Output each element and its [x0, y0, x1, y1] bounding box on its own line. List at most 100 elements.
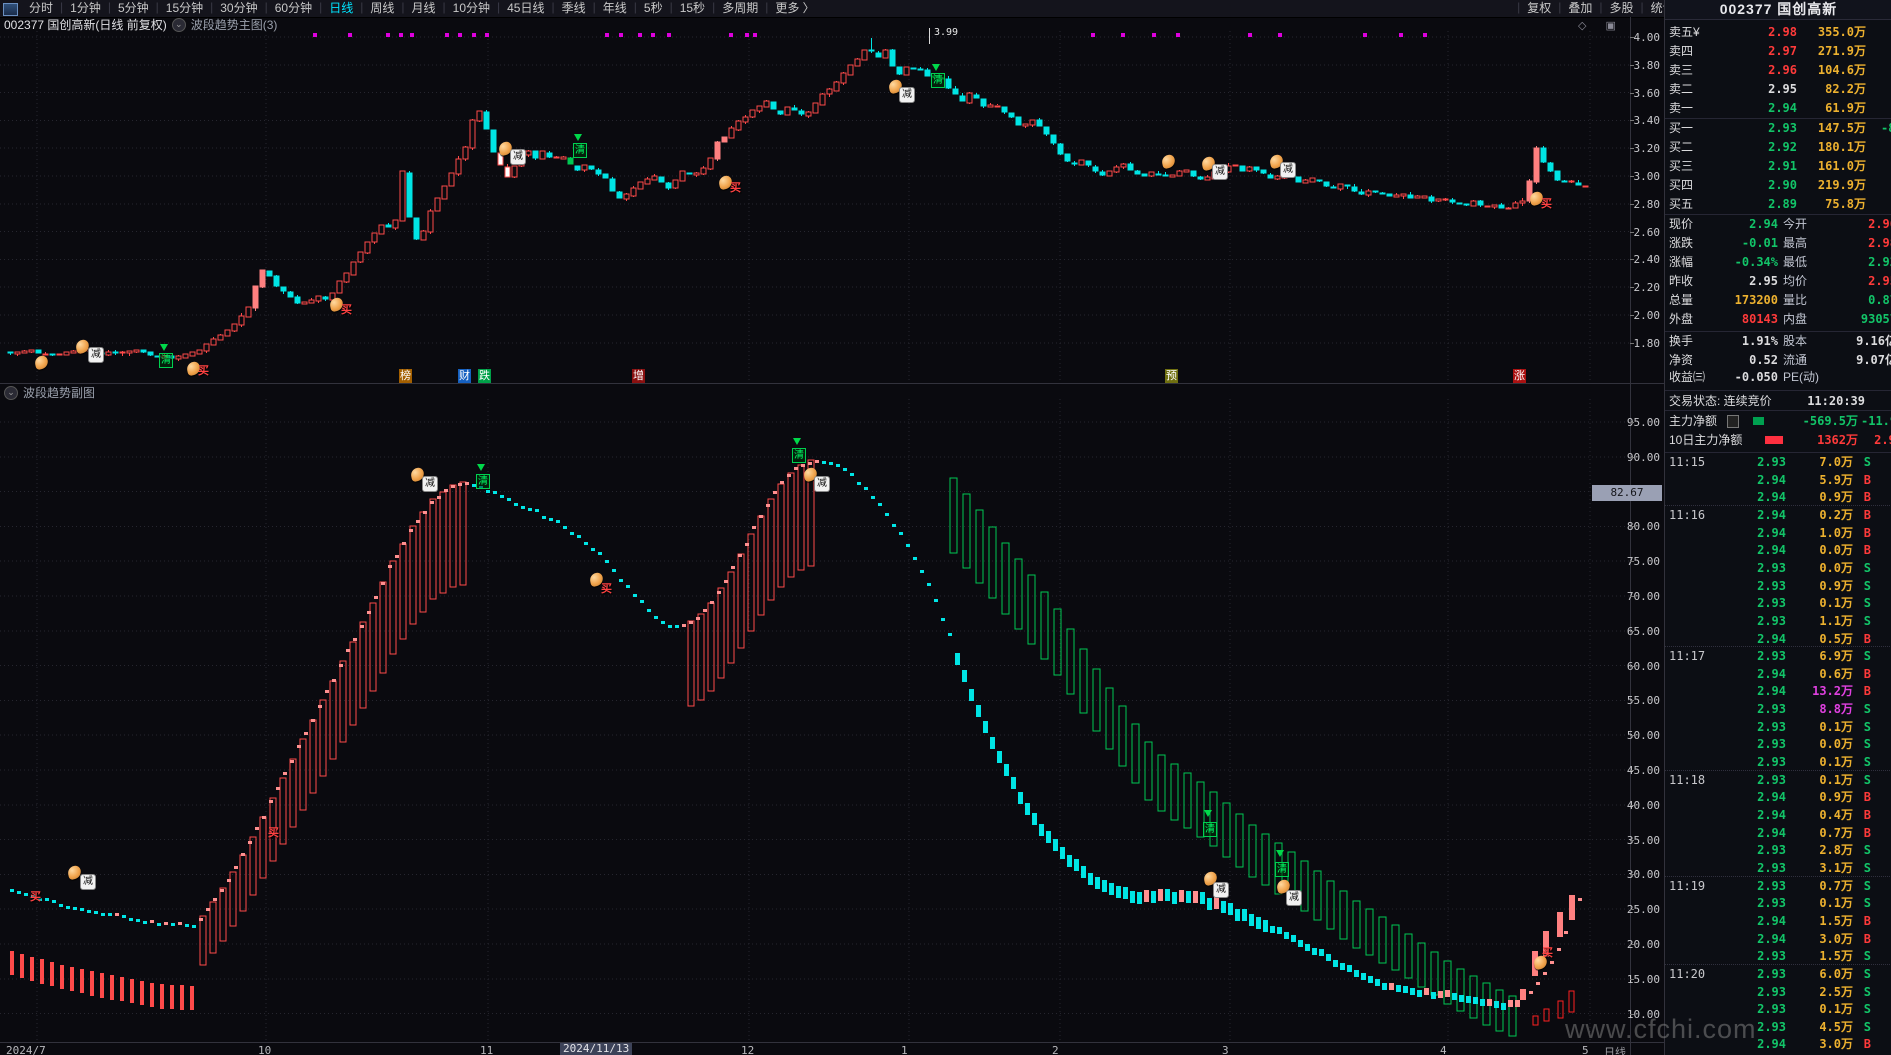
- period-item-7[interactable]: 日线: [322, 0, 360, 17]
- period-item-16[interactable]: 多周期: [715, 0, 765, 17]
- tool-item-2[interactable]: 叠加: [1561, 0, 1599, 17]
- trade-row[interactable]: 2.94 0.0万 B: [1665, 541, 1891, 559]
- trade-row[interactable]: 2.93 0.9万 S: [1665, 577, 1891, 595]
- field-value: 0.9万: [1819, 490, 1853, 505]
- trade-side: B: [1863, 808, 1871, 822]
- field-value: 180.1万: [1817, 140, 1866, 154]
- trade-row[interactable]: 2.94 0.7万 B: [1665, 824, 1891, 842]
- trade-row[interactable]: 2.94 0.4万 B: [1665, 806, 1891, 824]
- stat-row[interactable]: 换手 1.91% 股本 9.16亿: [1665, 332, 1891, 350]
- event-badge-跌[interactable]: 跌: [478, 369, 491, 383]
- trade-row[interactable]: 2.94 5.9万 B: [1665, 471, 1891, 489]
- session-status-row[interactable]: 交易状态: 连续竞价 11:20:39: [1665, 392, 1891, 410]
- magenta-dot: [1423, 33, 1427, 37]
- trade-row[interactable]: 11:20 2.93 6.0万 S: [1665, 965, 1891, 983]
- trade-row[interactable]: 2.94 1.5万 B: [1665, 912, 1891, 930]
- ask-row-5[interactable]: 卖五¥ 2.98 355.0万: [1665, 23, 1891, 41]
- period-item-17[interactable]: 更多 〉: [768, 0, 821, 17]
- trade-row[interactable]: 2.94 3.0万 B: [1665, 930, 1891, 948]
- trade-row[interactable]: 2.94 0.6万 B: [1665, 665, 1891, 683]
- trade-row[interactable]: 11:15 2.93 7.0万 S: [1665, 453, 1891, 471]
- trade-row[interactable]: 2.93 1.5万 S: [1665, 947, 1891, 965]
- field-value: 82.2万: [1825, 82, 1866, 96]
- trade-row[interactable]: 2.94 13.2万 B: [1665, 682, 1891, 700]
- trade-row[interactable]: 2.93 0.1万 S: [1665, 753, 1891, 771]
- bid-row-2[interactable]: 买二 2.92 180.1万: [1665, 138, 1891, 156]
- trade-row[interactable]: 2.94 1.0万 B: [1665, 524, 1891, 542]
- chevron-down-icon[interactable]: ⌄: [171, 17, 186, 32]
- event-badge-榜[interactable]: 榜: [399, 369, 412, 383]
- ask-row-3[interactable]: 卖三 2.96 104.6万: [1665, 61, 1891, 79]
- trade-row[interactable]: 11:18 2.93 0.1万 S: [1665, 771, 1891, 789]
- period-item-5[interactable]: 30分钟: [213, 0, 264, 17]
- trade-side: S: [1863, 755, 1871, 770]
- bid-row-3[interactable]: 买三 2.91 161.0万: [1665, 157, 1891, 175]
- buy-signal-label: 买: [1541, 198, 1552, 210]
- period-item-14[interactable]: 5秒: [637, 0, 670, 17]
- info-row[interactable]: 外盘80143内盘93057: [1665, 310, 1891, 328]
- field-value: 8.8万: [1819, 702, 1853, 717]
- axis-tick: [1630, 287, 1634, 289]
- bid-row-4[interactable]: 买四 2.90 219.9万: [1665, 176, 1891, 194]
- bid-row-1[interactable]: 买一2.93147.5万-8: [1665, 119, 1891, 137]
- trade-row[interactable]: 2.93 0.0万 S: [1665, 559, 1891, 577]
- period-item-1[interactable]: 分时: [22, 0, 60, 17]
- period-item-9[interactable]: 月线: [405, 0, 443, 17]
- ten-day-net-flow-row[interactable]: 10日主力净额 1362万 2.9%: [1665, 431, 1891, 449]
- trade-row[interactable]: 11:17 2.93 6.9万 S: [1665, 647, 1891, 665]
- trade-row[interactable]: 2.93 1.1万 S: [1665, 612, 1891, 630]
- list-icon[interactable]: [1727, 415, 1739, 428]
- trade-row[interactable]: 2.94 0.9万 B: [1665, 488, 1891, 506]
- trade-row[interactable]: 2.94 0.5万 B: [1665, 630, 1891, 648]
- ask-row-1[interactable]: 卖一 2.94 61.9万: [1665, 99, 1891, 117]
- trade-row[interactable]: 2.93 0.1万 S: [1665, 594, 1891, 612]
- main-net-flow-row[interactable]: 主力净额 -569.5万-11.9%: [1665, 412, 1891, 430]
- trade-row[interactable]: 2.93 0.1万 S: [1665, 894, 1891, 912]
- event-badge-预[interactable]: 预: [1165, 369, 1178, 383]
- stat-row[interactable]: 净资 0.52 流通 9.07亿: [1665, 351, 1891, 369]
- event-badge-财[interactable]: 财: [458, 369, 471, 383]
- event-badge-增[interactable]: 增: [632, 369, 645, 383]
- ask-row-4[interactable]: 卖四 2.97 271.9万: [1665, 42, 1891, 60]
- info-row[interactable]: 涨幅-0.34%最低2.92: [1665, 253, 1891, 271]
- trade-row[interactable]: 2.93 3.1万 S: [1665, 859, 1891, 877]
- period-item-4[interactable]: 15分钟: [159, 0, 210, 17]
- period-item-3[interactable]: 5分钟: [111, 0, 156, 17]
- period-item-13[interactable]: 年线: [596, 0, 634, 17]
- trade-row[interactable]: 2.93 2.5万 S: [1665, 983, 1891, 1001]
- info-row[interactable]: 昨收2.95均价2.95: [1665, 272, 1891, 290]
- period-item-11[interactable]: 45日线: [500, 0, 551, 17]
- bid-row-5[interactable]: 买五 2.89 75.8万: [1665, 195, 1891, 213]
- info-row[interactable]: 总量173200量比0.87: [1665, 291, 1891, 309]
- tool-item-1[interactable]: 复权: [1520, 0, 1558, 17]
- field-label: 卖二: [1669, 82, 1694, 96]
- magenta-dot: [753, 33, 757, 37]
- chevron-down-icon[interactable]: ⌄: [4, 385, 18, 400]
- info-row[interactable]: 涨跌-0.01最高2.98: [1665, 234, 1891, 252]
- buy-signal-label: 买: [730, 182, 741, 194]
- bottom-period-tab[interactable]: 日线: [1604, 1044, 1626, 1055]
- trade-row[interactable]: 2.94 0.9万 B: [1665, 788, 1891, 806]
- trade-row[interactable]: 11:16 2.94 0.2万 B: [1665, 506, 1891, 524]
- field-value: 0.1万: [1819, 1002, 1853, 1017]
- trade-row[interactable]: 2.93 0.1万 S: [1665, 718, 1891, 736]
- period-item-8[interactable]: 周线: [363, 0, 401, 17]
- ask-row-2[interactable]: 卖二 2.95 82.2万: [1665, 80, 1891, 98]
- field-value: -569.5万: [1802, 414, 1858, 428]
- event-badge-涨[interactable]: 涨: [1513, 369, 1526, 383]
- trade-row[interactable]: 11:19 2.93 0.7万 S: [1665, 877, 1891, 895]
- tool-item-3[interactable]: 多股: [1602, 0, 1640, 17]
- trade-row[interactable]: 2.93 0.0万 S: [1665, 735, 1891, 753]
- window-icon[interactable]: [3, 3, 18, 16]
- trade-row[interactable]: 2.93 2.8万 S: [1665, 841, 1891, 859]
- trade-row[interactable]: 2.93 8.8万 S: [1665, 700, 1891, 718]
- period-item-2[interactable]: 1分钟: [63, 0, 108, 17]
- period-item-12[interactable]: 季线: [555, 0, 593, 17]
- period-item-10[interactable]: 10分钟: [446, 0, 497, 17]
- stat-row[interactable]: 收益㈢-0.050PE(动)-: [1665, 368, 1891, 386]
- field-value: 3.1万: [1819, 860, 1853, 875]
- period-item-15[interactable]: 15秒: [673, 0, 712, 17]
- trade-side: B: [1863, 790, 1871, 805]
- info-row[interactable]: 现价2.94今开2.96: [1665, 215, 1891, 233]
- period-item-6[interactable]: 60分钟: [268, 0, 319, 17]
